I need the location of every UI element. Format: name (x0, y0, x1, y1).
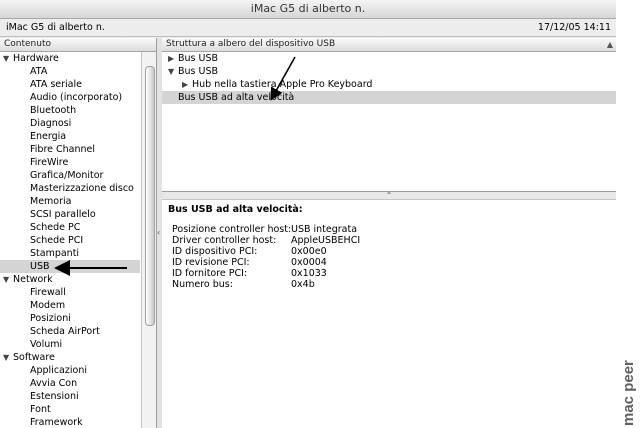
annotation-overlay (54, 56, 296, 276)
watermark-text: mac peer (620, 360, 637, 426)
annotation-arrow-highspeed (270, 56, 296, 101)
mac-peer-watermark: mac peer (620, 360, 637, 426)
